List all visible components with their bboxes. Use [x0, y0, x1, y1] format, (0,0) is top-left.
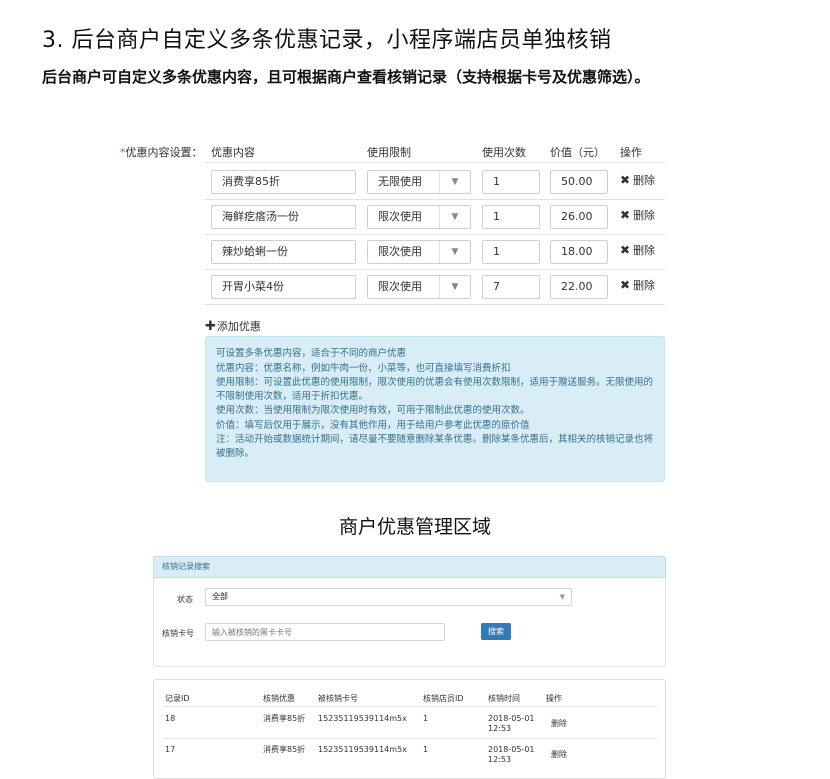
help-line: 可设置多条优惠内容，适合于不同的商户优惠	[216, 348, 407, 359]
help-info-box: 可设置多条优惠内容，适合于不同的商户优惠 优惠内容：优惠名称，例如牛肉一份、小菜…	[205, 336, 665, 482]
col-header-count: 使用次数	[482, 146, 526, 159]
coupon-content-input[interactable]: 海鲜疙瘩汤一份	[211, 205, 356, 229]
delete-label: 删除	[633, 244, 656, 257]
row-divider	[205, 304, 665, 305]
chevron-down-icon: ▼	[559, 593, 565, 601]
col-header-content: 优惠内容	[211, 146, 255, 159]
col-header-value: 价值（元）	[550, 146, 605, 159]
close-icon: ✖	[620, 208, 631, 222]
delete-label: 删除	[633, 279, 656, 292]
add-coupon-button[interactable]: ✚添加优惠	[205, 318, 261, 334]
record-date: 2018-05-01	[488, 745, 535, 754]
help-line: 使用次数：当使用限制为限次使用时有效，可用于限制此优惠的使用次数。	[216, 405, 530, 416]
card-number-label: 核销卡号	[162, 629, 194, 638]
chevron-down-icon: ▼	[439, 171, 470, 193]
search-button[interactable]: 搜索	[481, 623, 511, 640]
records-col-header: 操作	[546, 694, 562, 703]
usage-limit-select[interactable]: 限次使用 ▼	[367, 205, 471, 229]
record-date: 2018-05-01	[488, 714, 535, 723]
col-header-limit: 使用限制	[367, 146, 411, 159]
row-divider	[205, 199, 665, 200]
page-heading: 3. 后台商户自定义多条优惠记录，小程序端店员单独核销	[42, 28, 612, 53]
record-time: 12:53	[488, 755, 512, 764]
record-card: 15235119539114m5x	[318, 745, 407, 754]
table-divider	[163, 706, 657, 707]
help-line: 使用限制：可设置此优惠的使用限制，限次使用的优惠会有使用次数限制，适用于赠送服务…	[216, 377, 654, 402]
delete-record-button[interactable]: 删除	[551, 719, 567, 729]
record-card: 15235119539114m5x	[318, 714, 407, 723]
usage-limit-select[interactable]: 限次使用 ▼	[367, 240, 471, 264]
delete-coupon-button[interactable]: ✖ 删除	[620, 172, 655, 188]
delete-record-button[interactable]: 删除	[551, 750, 567, 760]
usage-limit-value: 限次使用	[378, 210, 422, 223]
help-line: 价值：填写后仅用于展示，没有其他作用，用于给用户参考此优惠的原价值	[216, 419, 530, 431]
coupon-settings-label-text: 优惠内容设置：	[125, 146, 203, 159]
coupon-value-input[interactable]: 18.00	[550, 240, 608, 264]
close-icon: ✖	[620, 173, 631, 187]
close-icon: ✖	[620, 243, 631, 257]
plus-icon: ✚	[205, 319, 216, 334]
col-header-action: 操作	[620, 146, 642, 159]
delete-label: 删除	[633, 174, 656, 187]
status-label: 状态	[177, 595, 193, 604]
usage-limit-select[interactable]: 无限使用 ▼	[367, 170, 471, 194]
records-col-header: 记录ID	[165, 694, 190, 703]
section-title: 商户优惠管理区域	[338, 516, 491, 538]
record-coupon: 消费享85折	[263, 745, 306, 754]
coupon-value-input[interactable]: 50.00	[550, 170, 608, 194]
records-col-header: 被核销卡号	[318, 694, 358, 703]
coupon-settings-label: *优惠内容设置：	[120, 144, 203, 160]
record-id: 17	[165, 745, 176, 754]
record-staff-id: 1	[423, 714, 429, 723]
add-coupon-label: 添加优惠	[216, 320, 261, 333]
usage-limit-value: 无限使用	[378, 175, 422, 188]
coupon-content-input[interactable]: 辣炒蛤蜊一份	[211, 240, 356, 264]
coupon-content-input[interactable]: 开胃小菜4份	[211, 275, 356, 299]
records-table	[153, 679, 666, 779]
record-time: 12:53	[488, 724, 512, 733]
delete-coupon-button[interactable]: ✖ 删除	[620, 242, 655, 258]
usage-count-input[interactable]: 7	[482, 275, 540, 299]
usage-count-input[interactable]: 1	[482, 205, 540, 229]
header-divider	[205, 162, 665, 163]
chevron-down-icon: ▼	[439, 241, 470, 263]
delete-coupon-button[interactable]: ✖ 删除	[620, 207, 655, 223]
close-icon: ✖	[620, 278, 631, 292]
help-line: 优惠内容：优惠名称，例如牛肉一份、小菜等，也可直接填写消费折扣	[216, 362, 511, 374]
row-divider	[205, 269, 665, 270]
chevron-down-icon: ▼	[439, 206, 470, 228]
usage-limit-select[interactable]: 限次使用 ▼	[367, 275, 471, 299]
row-divider	[205, 234, 665, 235]
record-coupon: 消费享85折	[263, 714, 306, 723]
coupon-content-input[interactable]: 消费享85折	[211, 170, 356, 194]
usage-count-input[interactable]: 1	[482, 170, 540, 194]
search-panel-title: 核销记录搜索	[153, 556, 666, 578]
records-col-header: 核销店员ID	[423, 694, 464, 703]
records-col-header: 核销时间	[488, 694, 520, 703]
delete-label: 删除	[633, 209, 656, 222]
records-col-header: 核销优惠	[263, 694, 295, 703]
usage-limit-value: 限次使用	[378, 280, 422, 293]
page-subheading: 后台商户可自定义多条优惠内容，且可根据商户查看核销记录（支持根据卡号及优惠筛选）…	[42, 68, 650, 86]
coupon-value-input[interactable]: 26.00	[550, 205, 608, 229]
status-select[interactable]: 全部 ▼	[205, 588, 572, 606]
usage-count-input[interactable]: 1	[482, 240, 540, 264]
table-row-divider	[163, 738, 657, 739]
usage-limit-value: 限次使用	[378, 245, 422, 258]
delete-coupon-button[interactable]: ✖ 删除	[620, 277, 655, 293]
chevron-down-icon: ▼	[439, 276, 470, 298]
help-line: 注：活动开始或数据统计期间，请尽量不要随意删除某条优惠。删除某条优惠后，其相关的…	[216, 434, 654, 459]
status-value: 全部	[212, 592, 228, 601]
coupon-value-input[interactable]: 22.00	[550, 275, 608, 299]
card-number-input[interactable]	[205, 623, 445, 641]
record-staff-id: 1	[423, 745, 429, 754]
record-id: 18	[165, 714, 176, 723]
